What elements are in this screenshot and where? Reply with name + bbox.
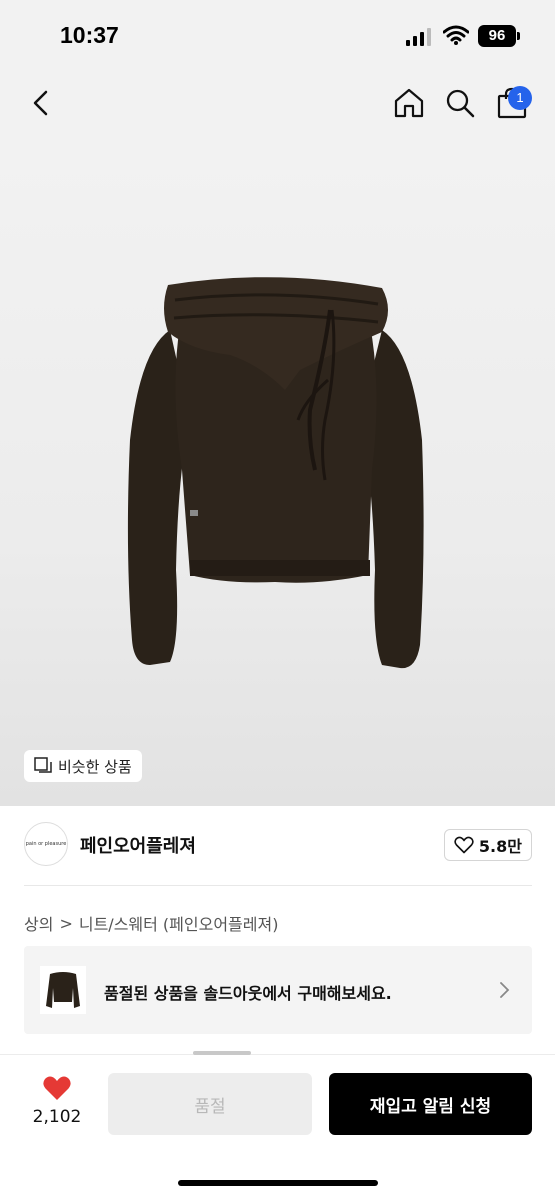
battery-indicator: 96 <box>478 25 520 47</box>
copy-icon <box>34 757 52 773</box>
status-bar: 10:37 96 <box>0 0 555 70</box>
soldout-banner[interactable]: 품절된 상품을 솔드아웃에서 구매해보세요. <box>24 946 532 1034</box>
restock-alert-button[interactable]: 재입고 알림 신청 <box>329 1073 532 1135</box>
nav-bar <box>0 70 555 140</box>
breadcrumb-subcategory[interactable]: 니트/스웨터 (페인오어플레져) <box>79 911 279 935</box>
breadcrumb-category[interactable]: 상의 <box>24 911 53 935</box>
heart-outline-icon <box>454 836 474 854</box>
back-icon[interactable] <box>24 86 58 120</box>
similar-products-button[interactable]: 비슷한 상품 <box>24 750 142 782</box>
product-image[interactable]: 비슷한 상품 <box>0 140 555 806</box>
brand-like-count: 5.8만 <box>478 837 522 856</box>
brand-logo[interactable]: pain or pleasure <box>24 822 68 866</box>
signal-icon <box>406 28 431 46</box>
cart-count-badge: 1 <box>508 86 532 110</box>
status-time: 10:37 <box>60 22 119 48</box>
banner-text: 품절된 상품을 솔드아웃에서 구매해보세요. <box>104 984 392 1003</box>
wishlist-button[interactable]: 2,102 <box>30 1075 84 1131</box>
brand-name[interactable]: 페인오어플레져 <box>80 832 196 858</box>
home-icon[interactable] <box>392 86 426 120</box>
product-photo-sweater <box>127 277 424 669</box>
bottom-action-bar: 2,102 품절 재입고 알림 신청 <box>0 1054 555 1200</box>
brand-like-button[interactable]: 5.8만 <box>443 829 532 861</box>
scroll-handle[interactable] <box>193 1051 251 1055</box>
search-icon[interactable] <box>443 86 477 120</box>
wifi-icon <box>443 25 469 45</box>
wishlist-count: 2,102 <box>32 1107 82 1127</box>
banner-product-thumbnail <box>40 966 86 1014</box>
similar-products-label: 비슷한 상품 <box>58 757 132 776</box>
chevron-right-icon <box>500 982 510 998</box>
breadcrumb-separator: > <box>59 913 73 933</box>
home-indicator <box>178 1180 378 1186</box>
divider <box>24 885 532 886</box>
heart-filled-icon <box>43 1076 71 1100</box>
brand-row: pain or pleasure 페인오어플레져 5.8만 <box>24 822 532 870</box>
soldout-button: 품절 <box>108 1073 312 1135</box>
breadcrumb: 상의 > 니트/스웨터 (페인오어플레져) <box>24 911 278 935</box>
